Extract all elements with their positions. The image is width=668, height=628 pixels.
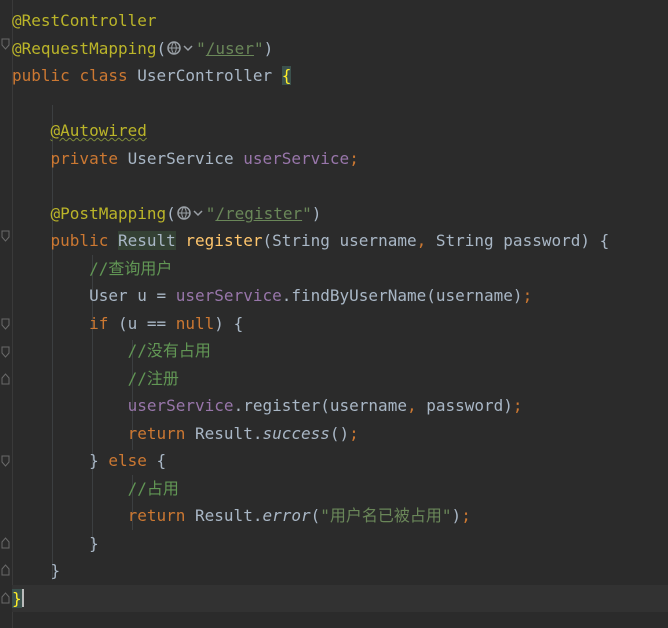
code-line-18[interactable]: //占用 [12, 475, 668, 502]
code-line-1[interactable]: @RestController [12, 7, 668, 34]
code-line-17[interactable]: } else { [12, 447, 668, 474]
register-path-link[interactable]: /register [215, 204, 302, 223]
semicolon: ; [349, 149, 359, 168]
type-name: UserService [127, 149, 234, 168]
null-keyword: null [175, 314, 215, 333]
code-line-13[interactable]: //没有占用 [12, 337, 668, 364]
open-brace: { [146, 451, 167, 470]
class-name: UserController [137, 66, 273, 85]
paren: ) [311, 204, 322, 223]
code-line-10[interactable]: //查询用户 [12, 255, 668, 282]
rest: password) [416, 396, 513, 415]
quote: " [205, 204, 216, 223]
return-keyword: return [127, 424, 186, 443]
close-brace: } [50, 561, 61, 580]
post-mapping-annotation: @PostMapping [50, 204, 167, 223]
register-method-name: register [185, 231, 263, 250]
quote: " [253, 39, 264, 58]
paren: ) [263, 39, 274, 58]
semicolon: ; [512, 396, 523, 415]
code-line-5[interactable]: @Autowired [12, 117, 668, 144]
public-keyword: public [50, 231, 109, 250]
text-caret [21, 589, 24, 607]
comma: , [406, 396, 417, 415]
code-line-15[interactable]: userService.register(username, password)… [12, 392, 668, 419]
error-method: error [262, 506, 311, 525]
comment-query-user: //查询用户 [89, 259, 173, 278]
user-service-field: userService [243, 149, 350, 168]
call: .register(username [233, 396, 407, 415]
decl: User u = [89, 286, 176, 305]
code-line-3[interactable]: public class UserController { [12, 62, 668, 89]
comment-taken: //占用 [127, 479, 179, 498]
result-type: Result [117, 231, 176, 250]
private-keyword: private [50, 149, 118, 168]
comment-not-taken: //没有占用 [127, 341, 211, 360]
if-keyword: if [89, 314, 109, 333]
request-mapping-annotation: @RequestMapping [12, 39, 157, 58]
code-line-8[interactable]: @PostMapping( "/register") [12, 200, 668, 227]
params: (String username [262, 231, 417, 250]
code-line-20[interactable]: } [12, 530, 668, 557]
class-keyword: class [79, 66, 128, 85]
rest: ) { [214, 314, 244, 333]
web-endpoint-icon[interactable] [167, 40, 195, 56]
code-line-6[interactable]: private UserService userService; [12, 145, 668, 172]
comma: , [416, 231, 427, 250]
code-line-21[interactable]: } [12, 557, 668, 584]
semicolon: ; [522, 286, 533, 305]
class-open-brace: { [281, 66, 292, 85]
code-line-14[interactable]: //注册 [12, 365, 668, 392]
class-close-brace: } [12, 589, 22, 608]
params: String password) { [426, 231, 610, 250]
semicolon: ; [349, 424, 359, 443]
paren: ( [156, 39, 167, 58]
close-brace: } [89, 451, 109, 470]
user-path-link[interactable]: /user [206, 39, 254, 58]
condition: (u == [108, 314, 176, 333]
code-line-12[interactable]: if (u == null) { [12, 310, 668, 337]
user-service-field: userService [175, 286, 282, 305]
code-line-9[interactable]: public Result register(String username, … [12, 227, 668, 254]
quote: " [196, 39, 206, 58]
web-endpoint-icon[interactable] [177, 205, 205, 221]
obj: Result. [185, 506, 263, 525]
code-line-11[interactable]: User u = userService.findByUserName(user… [12, 282, 668, 309]
obj: Result. [185, 424, 263, 443]
paren: ( [310, 506, 321, 525]
public-keyword: public [12, 66, 70, 85]
comment-register: //注册 [127, 369, 179, 388]
semicolon: ; [461, 506, 471, 525]
else-keyword: else [108, 451, 147, 470]
paren: ( [166, 204, 176, 223]
user-service-field: userService [127, 396, 234, 415]
code-line-16[interactable]: return Result.success(); [12, 420, 668, 447]
autowired-annotation: @Autowired [50, 121, 147, 140]
code-line-22[interactable]: } [12, 585, 668, 612]
rest-controller-annotation: @RestController [12, 11, 157, 30]
paren: ) [451, 506, 462, 525]
rest: () [329, 424, 350, 443]
code-line-2[interactable]: @RequestMapping( "/user") [12, 35, 668, 62]
close-brace: } [89, 534, 99, 553]
code-editor[interactable]: @RestController @RequestMapping("/user")… [0, 0, 668, 628]
error-message-string: "用户名已被占用" [320, 506, 452, 525]
return-keyword: return [127, 506, 186, 525]
call: .findByUserName(username) [281, 286, 523, 305]
quote: " [302, 204, 312, 223]
code-line-19[interactable]: return Result.error("用户名已被占用"); [12, 502, 668, 529]
success-method: success [262, 424, 330, 443]
